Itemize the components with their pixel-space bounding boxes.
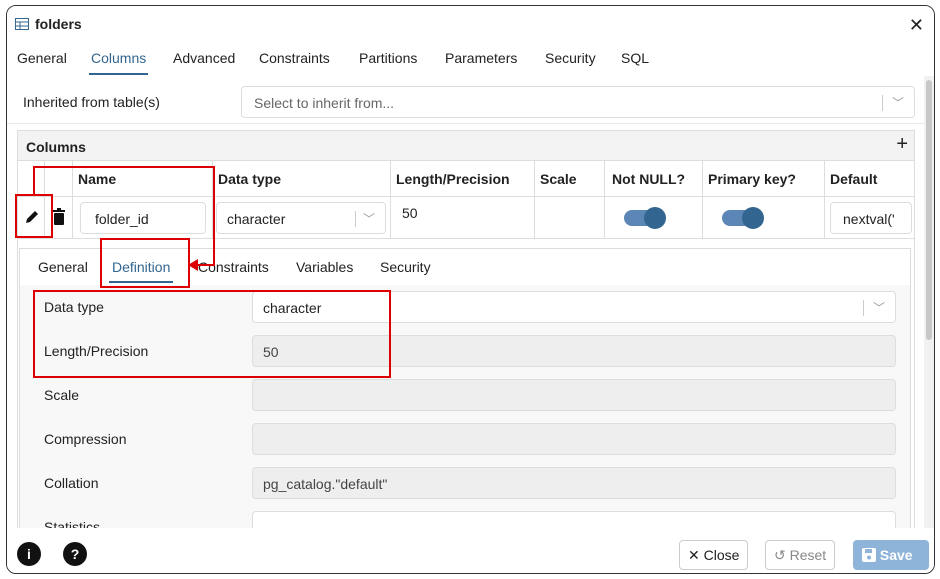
column-datatype-select[interactable]: character ﹀ (216, 202, 386, 234)
annotation-highlight (33, 290, 391, 378)
select-separator (882, 95, 883, 111)
header-length: Length/Precision (396, 171, 510, 187)
content-scrollbar[interactable] (924, 76, 934, 528)
header-primary-key: Primary key? (708, 171, 796, 187)
header-not-null: Not NULL? (612, 171, 686, 187)
not-null-toggle[interactable] (624, 207, 666, 229)
column-length-value[interactable]: 50 (402, 205, 418, 221)
scale-label: Scale (44, 387, 80, 403)
column-default-input[interactable]: nextval(' (830, 202, 912, 234)
reset-label: Reset (789, 547, 827, 563)
help-button[interactable]: ? (63, 542, 87, 566)
select-separator (863, 300, 864, 316)
save-button[interactable]: Save (853, 540, 929, 570)
tab-general[interactable]: General (17, 46, 67, 76)
annotation-arrow (33, 166, 215, 271)
tab-security[interactable]: Security (545, 46, 596, 76)
header-scale: Scale (540, 171, 577, 187)
inherit-row: Inherited from table(s) Select to inheri… (7, 76, 929, 124)
column-datatype-value: character (227, 211, 286, 227)
collation-value: pg_catalog."default" (263, 476, 388, 492)
toggle-knob (742, 207, 764, 229)
header-data-type: Data type (218, 171, 282, 187)
toggle-knob (644, 207, 666, 229)
statistics-field[interactable] (252, 511, 896, 528)
tab-parameters[interactable]: Parameters (445, 46, 517, 76)
tab-sql[interactable]: SQL (621, 46, 649, 76)
reset-icon: ↺ (774, 547, 786, 563)
subtab-security[interactable]: Security (380, 259, 431, 275)
scale-field[interactable] (252, 379, 896, 411)
dialog-title: folders (35, 16, 82, 32)
info-button[interactable]: i (17, 542, 41, 566)
subtab-variables[interactable]: Variables (296, 259, 353, 275)
compression-label: Compression (44, 431, 127, 447)
collation-field[interactable]: pg_catalog."default" (252, 467, 896, 499)
dialog-titlebar: folders ✕ (7, 6, 934, 40)
table-icon (15, 18, 29, 30)
statistics-label: Statistics (44, 519, 101, 528)
tab-constraints[interactable]: Constraints (259, 46, 330, 76)
close-icon: ✕ (688, 547, 700, 563)
collation-label: Collation (44, 475, 99, 491)
close-icon[interactable]: ✕ (909, 15, 924, 36)
chevron-down-icon[interactable]: ﹀ (873, 299, 885, 316)
inherit-select[interactable]: Select to inherit from... ﹀ (241, 86, 915, 118)
inherit-placeholder: Select to inherit from... (254, 95, 395, 111)
add-column-icon[interactable]: + (896, 133, 908, 156)
chevron-down-icon[interactable]: ﹀ (892, 94, 904, 111)
dialog-tabs: General Columns Advanced Constraints Par… (7, 46, 934, 76)
inherit-label: Inherited from table(s) (23, 94, 160, 110)
tab-advanced[interactable]: Advanced (173, 46, 235, 76)
compression-field[interactable] (252, 423, 896, 455)
header-default: Default (830, 171, 878, 187)
reset-button[interactable]: ↺ Reset (765, 540, 836, 570)
primary-key-toggle[interactable] (722, 207, 764, 229)
tab-partitions[interactable]: Partitions (359, 46, 417, 76)
chevron-down-icon[interactable]: ﹀ (363, 210, 375, 227)
close-button[interactable]: ✕ Close (679, 540, 749, 570)
scrollbar-thumb[interactable] (926, 80, 932, 340)
columns-header: Columns + (18, 131, 914, 161)
dialog-footer: i ? ✕ Close ↺ Reset Save (7, 534, 934, 573)
column-default-value: nextval(' (843, 211, 895, 227)
select-separator (355, 211, 356, 227)
save-disk-icon (862, 548, 876, 562)
save-label: Save (879, 547, 913, 563)
columns-title: Columns (26, 139, 86, 155)
tab-columns[interactable]: Columns (88, 46, 149, 76)
close-label: Close (703, 547, 740, 563)
